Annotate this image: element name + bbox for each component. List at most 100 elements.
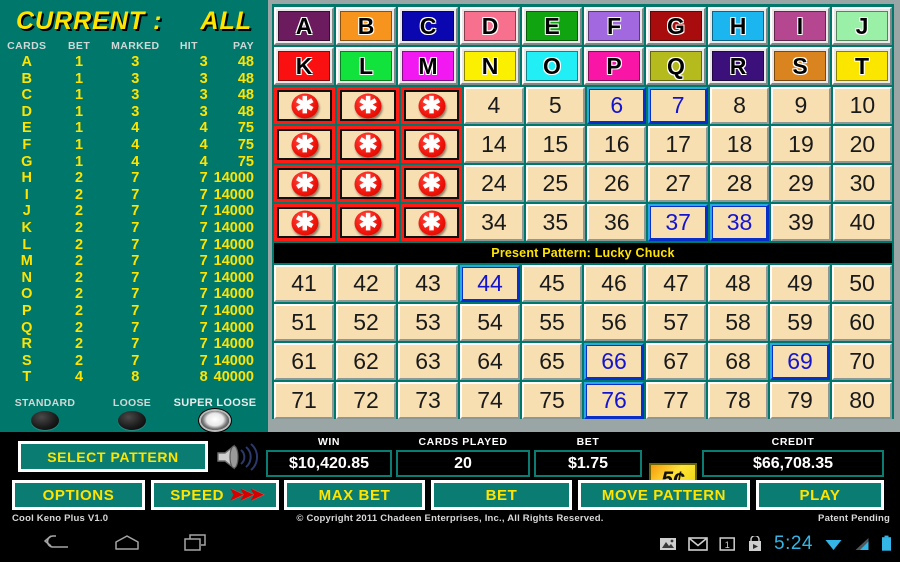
keno-number-45[interactable]: 45 (522, 265, 582, 302)
keno-number-4[interactable]: 4 (464, 87, 524, 124)
letter-button-o[interactable]: O (522, 47, 582, 85)
keno-number-21[interactable]: ✱ (274, 165, 336, 202)
keno-number-48[interactable]: 48 (708, 265, 768, 302)
mode-super-loose-lamp[interactable] (201, 411, 229, 430)
mode-loose-lamp[interactable] (118, 411, 146, 430)
keno-number-13[interactable]: ✱ (400, 126, 463, 163)
keno-number-12[interactable]: ✱ (337, 126, 399, 163)
keno-number-49[interactable]: 49 (770, 265, 830, 302)
keno-number-27[interactable]: 27 (648, 165, 708, 202)
keno-number-65[interactable]: 65 (522, 343, 582, 380)
keno-number-2[interactable]: ✱ (337, 87, 399, 124)
keno-number-74[interactable]: 74 (460, 382, 520, 419)
options-button[interactable]: OPTIONS (12, 480, 145, 510)
keno-number-56[interactable]: 56 (584, 304, 644, 341)
keno-number-63[interactable]: 63 (398, 343, 458, 380)
keno-number-37[interactable]: 37 (648, 204, 708, 241)
keno-number-5[interactable]: 5 (525, 87, 586, 124)
keno-number-26[interactable]: 26 (587, 165, 647, 202)
keno-number-28[interactable]: 28 (709, 165, 770, 202)
keno-number-18[interactable]: 18 (709, 126, 770, 163)
max-bet-button[interactable]: MAX BET (284, 480, 425, 510)
keno-number-61[interactable]: 61 (274, 343, 334, 380)
letter-button-g[interactable]: G (646, 7, 706, 45)
keno-number-25[interactable]: 25 (525, 165, 586, 202)
letter-button-q[interactable]: Q (646, 47, 706, 85)
keno-number-38[interactable]: 38 (709, 204, 770, 241)
keno-number-16[interactable]: 16 (587, 126, 647, 163)
keno-number-17[interactable]: 17 (648, 126, 708, 163)
mode-loose[interactable]: LOOSE (100, 397, 164, 430)
keno-number-46[interactable]: 46 (584, 265, 644, 302)
keno-number-31[interactable]: ✱ (274, 204, 336, 241)
mode-super-loose[interactable]: SUPER LOOSE (166, 397, 264, 430)
keno-number-77[interactable]: 77 (646, 382, 706, 419)
sound-toggle-button[interactable] (214, 442, 262, 472)
home-icon[interactable] (112, 533, 142, 558)
letter-button-m[interactable]: M (398, 47, 458, 85)
keno-number-8[interactable]: 8 (709, 87, 770, 124)
letter-button-r[interactable]: R (708, 47, 768, 85)
keno-number-40[interactable]: 40 (832, 204, 893, 241)
keno-number-73[interactable]: 73 (398, 382, 458, 419)
recents-icon[interactable] (182, 533, 212, 558)
keno-number-11[interactable]: ✱ (274, 126, 336, 163)
keno-number-3[interactable]: ✱ (400, 87, 463, 124)
keno-number-43[interactable]: 43 (398, 265, 458, 302)
letter-button-b[interactable]: B (336, 7, 396, 45)
keno-number-36[interactable]: 36 (587, 204, 647, 241)
letter-button-p[interactable]: P (584, 47, 644, 85)
keno-number-50[interactable]: 50 (832, 265, 892, 302)
keno-number-33[interactable]: ✱ (400, 204, 463, 241)
keno-number-20[interactable]: 20 (832, 126, 893, 163)
keno-number-6[interactable]: 6 (587, 87, 647, 124)
keno-number-15[interactable]: 15 (525, 126, 586, 163)
keno-number-22[interactable]: ✱ (337, 165, 399, 202)
keno-number-10[interactable]: 10 (832, 87, 893, 124)
select-pattern-button[interactable]: SELECT PATTERN (18, 441, 208, 472)
letter-button-e[interactable]: E (522, 7, 582, 45)
keno-number-9[interactable]: 9 (771, 87, 831, 124)
keno-number-78[interactable]: 78 (708, 382, 768, 419)
keno-number-70[interactable]: 70 (832, 343, 892, 380)
keno-number-39[interactable]: 39 (771, 204, 831, 241)
keno-number-1[interactable]: ✱ (274, 87, 336, 124)
letter-button-k[interactable]: K (274, 47, 334, 85)
letter-button-a[interactable]: A (274, 7, 334, 45)
keno-number-24[interactable]: 24 (464, 165, 524, 202)
keno-number-42[interactable]: 42 (336, 265, 396, 302)
play-button[interactable]: PLAY (756, 480, 884, 510)
mode-standard[interactable]: STANDARD (6, 397, 84, 430)
keno-number-58[interactable]: 58 (708, 304, 768, 341)
keno-number-68[interactable]: 68 (708, 343, 768, 380)
keno-number-60[interactable]: 60 (832, 304, 892, 341)
keno-number-79[interactable]: 79 (770, 382, 830, 419)
letter-button-j[interactable]: J (832, 7, 892, 45)
keno-number-19[interactable]: 19 (771, 126, 831, 163)
letter-button-h[interactable]: H (708, 7, 768, 45)
keno-number-64[interactable]: 64 (460, 343, 520, 380)
keno-number-35[interactable]: 35 (525, 204, 586, 241)
keno-number-75[interactable]: 75 (522, 382, 582, 419)
keno-number-62[interactable]: 62 (336, 343, 396, 380)
keno-number-69[interactable]: 69 (770, 343, 830, 380)
move-pattern-button[interactable]: MOVE PATTERN (578, 480, 750, 510)
letter-button-i[interactable]: I (770, 7, 830, 45)
letter-button-d[interactable]: D (460, 7, 520, 45)
letter-button-s[interactable]: S (770, 47, 830, 85)
keno-number-66[interactable]: 66 (584, 343, 644, 380)
letter-button-f[interactable]: F (584, 7, 644, 45)
letter-button-n[interactable]: N (460, 47, 520, 85)
keno-number-67[interactable]: 67 (646, 343, 706, 380)
keno-number-71[interactable]: 71 (274, 382, 334, 419)
keno-number-47[interactable]: 47 (646, 265, 706, 302)
keno-number-34[interactable]: 34 (464, 204, 524, 241)
keno-number-51[interactable]: 51 (274, 304, 334, 341)
keno-number-41[interactable]: 41 (274, 265, 334, 302)
keno-number-57[interactable]: 57 (646, 304, 706, 341)
letter-button-c[interactable]: C (398, 7, 458, 45)
bet-button[interactable]: BET (431, 480, 572, 510)
keno-number-53[interactable]: 53 (398, 304, 458, 341)
keno-number-29[interactable]: 29 (771, 165, 831, 202)
keno-number-55[interactable]: 55 (522, 304, 582, 341)
